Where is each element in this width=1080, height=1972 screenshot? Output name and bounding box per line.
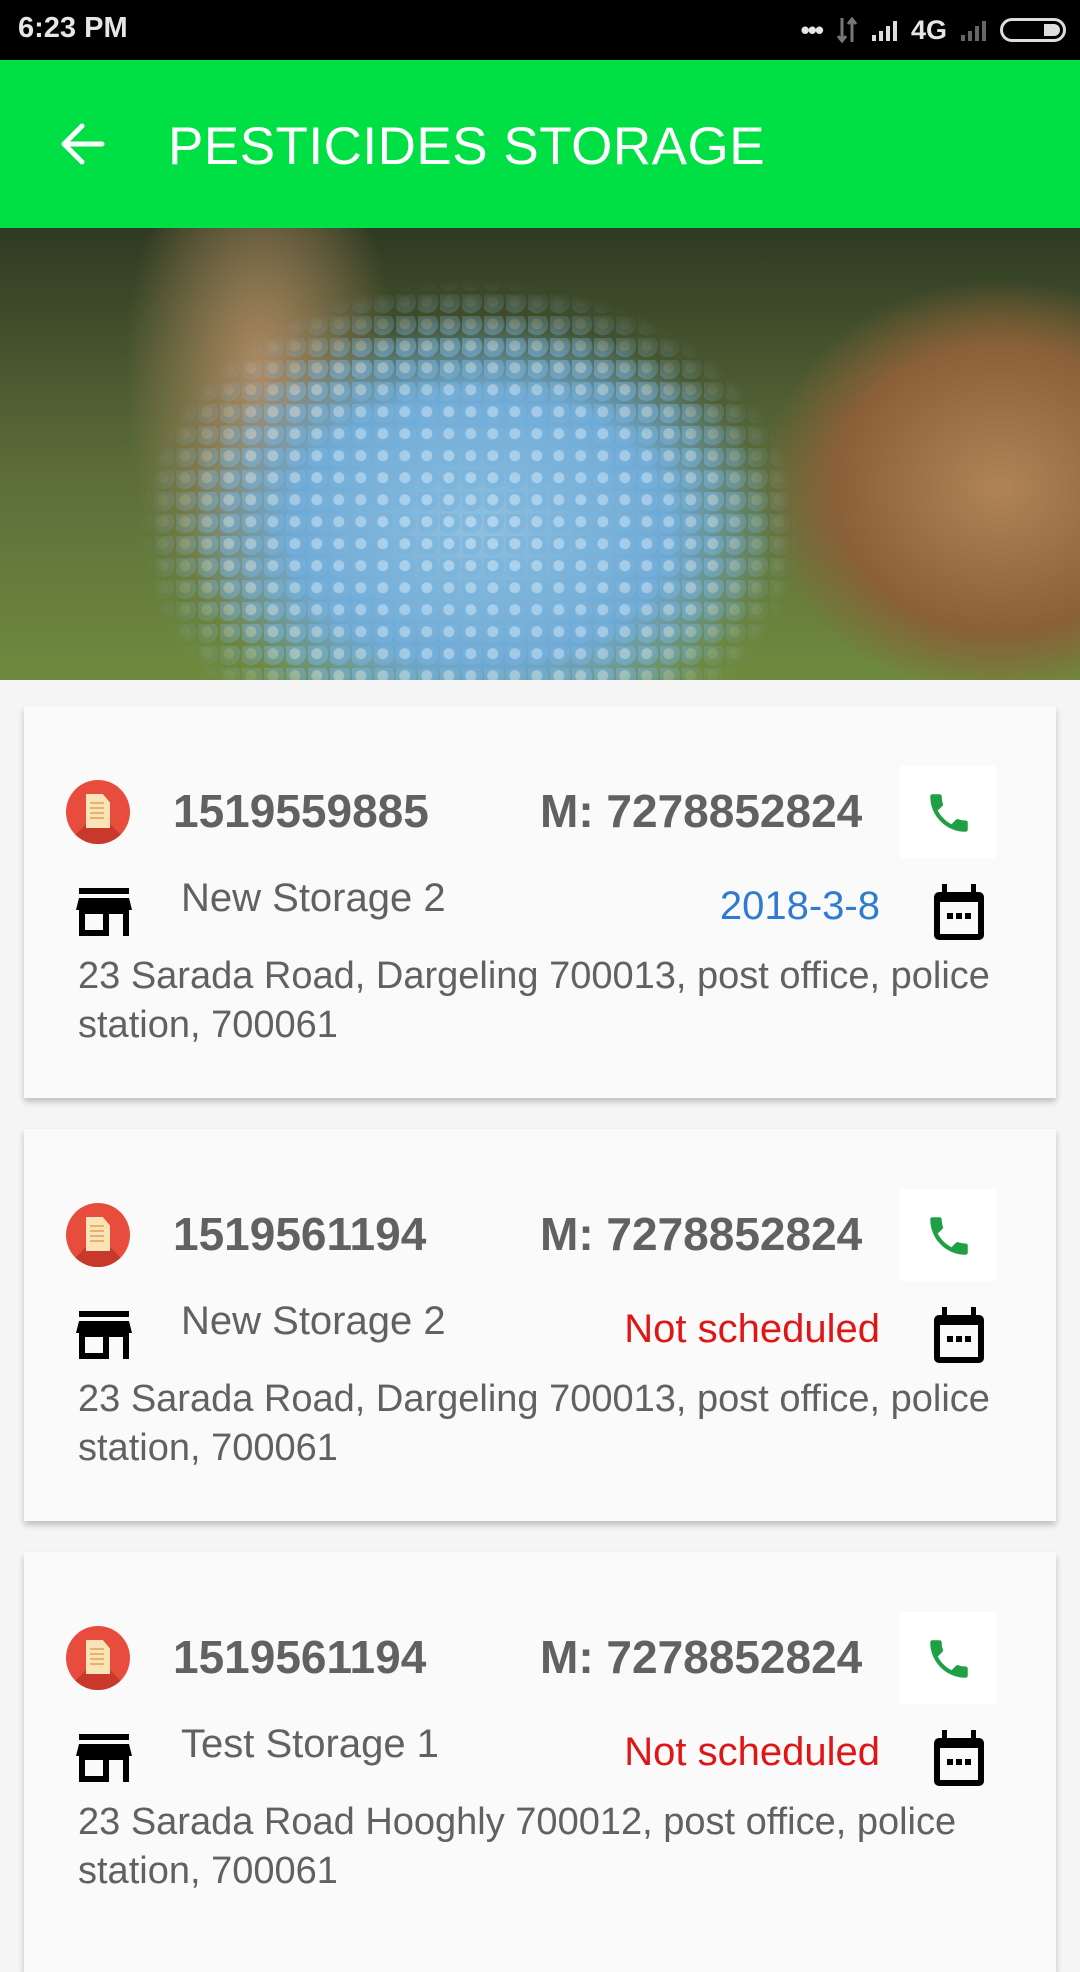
schedule-status: Not scheduled — [624, 1730, 880, 1774]
mobile-number: M: 7278852824 — [540, 1208, 863, 1260]
battery-icon — [1000, 18, 1066, 42]
calendar-icon[interactable] — [932, 884, 986, 942]
calendar-icon[interactable] — [932, 1307, 986, 1365]
record-id: 1519559885 — [173, 785, 429, 837]
phone-icon — [930, 794, 968, 832]
hero-image — [0, 228, 1080, 680]
status-bar: 6:23 PM ••• 4G — [0, 0, 1080, 60]
mobile-number: M: 7278852824 — [540, 785, 863, 837]
address: 23 Sarada Road, Dargeling 700013, post o… — [78, 1378, 990, 1469]
calendar-icon[interactable] — [932, 1730, 986, 1788]
storage-card[interactable]: 1519559885 M: 7278852824 New Storage 2 2… — [24, 706, 1056, 1098]
hero-pellets — [0, 228, 1080, 680]
document-icon — [66, 1203, 130, 1267]
store-icon — [76, 888, 132, 936]
signal-icon — [871, 19, 897, 41]
store-icon — [76, 1311, 132, 1359]
schedule-status: Not scheduled — [624, 1307, 880, 1351]
storage-name: New Storage 2 — [181, 876, 446, 920]
mobile-number: M: 7278852824 — [540, 1631, 863, 1683]
record-id: 1519561194 — [173, 1631, 427, 1683]
document-icon — [66, 780, 130, 844]
status-icons: ••• 4G — [801, 14, 1066, 46]
address: 23 Sarada Road, Dargeling 700013, post o… — [78, 955, 990, 1046]
app-bar: PESTICIDES STORAGE — [0, 60, 1080, 228]
schedule-date: 2018-3-8 — [719, 884, 880, 928]
call-button[interactable] — [900, 1612, 996, 1704]
phone-icon — [930, 1217, 968, 1255]
store-icon — [76, 1734, 132, 1782]
storage-name: Test Storage 1 — [181, 1722, 439, 1766]
more-dots-icon: ••• — [800, 14, 824, 45]
phone-icon — [930, 1640, 968, 1678]
storage-card[interactable]: 1519561194 M: 7278852824 New Storage 2 N… — [24, 1129, 1056, 1521]
storage-name: New Storage 2 — [181, 1299, 446, 1343]
document-icon — [66, 1626, 130, 1690]
signal-no-sim-icon — [961, 19, 986, 41]
call-button[interactable] — [900, 766, 996, 858]
data-arrows-icon — [836, 16, 858, 44]
storage-card[interactable]: 1519561194 M: 7278852824 Test Storage 1 … — [24, 1552, 1056, 1972]
arrow-back-icon[interactable] — [56, 118, 108, 170]
page-title: PESTICIDES STORAGE — [168, 117, 766, 176]
status-time: 6:23 PM — [18, 12, 128, 44]
network-type: 4G — [910, 14, 947, 45]
record-id: 1519561194 — [173, 1208, 427, 1260]
address: 23 Sarada Road Hooghly 700012, post offi… — [78, 1801, 957, 1892]
call-button[interactable] — [900, 1189, 996, 1281]
